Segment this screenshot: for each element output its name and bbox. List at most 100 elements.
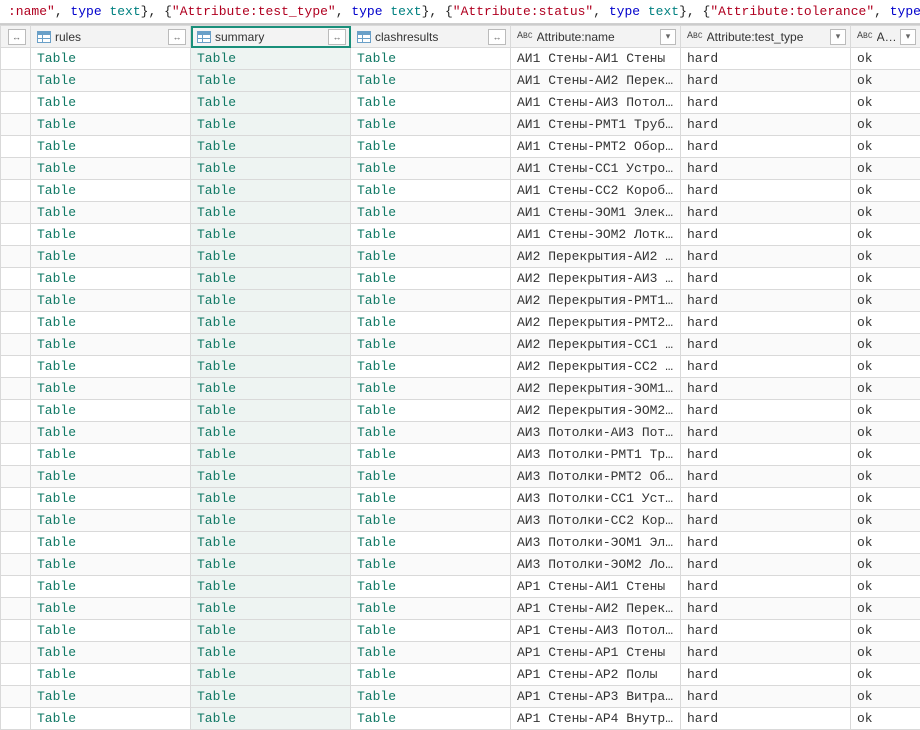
cell-attribute-test-type[interactable]: hard: [681, 532, 851, 554]
cell-summary[interactable]: Table: [191, 224, 351, 246]
cell-attrib[interactable]: ok: [851, 224, 920, 246]
cell-summary[interactable]: Table: [191, 620, 351, 642]
cell-attribute-name[interactable]: АИ3 Потолки-СС1 Устр…: [511, 488, 681, 510]
table-row[interactable]: TableTableTableАИ2 Перекрытия-СС1 У…hard…: [1, 334, 920, 356]
table-row[interactable]: TableTableTableАИ2 Перекрытия-ЭОМ2 …hard…: [1, 400, 920, 422]
cell-attribute-test-type[interactable]: hard: [681, 400, 851, 422]
cell-attribute-test-type[interactable]: hard: [681, 422, 851, 444]
cell-attribute-name[interactable]: АИ1 Стены-ЭОМ2 Лотки…: [511, 224, 681, 246]
cell-attrib[interactable]: ok: [851, 576, 920, 598]
cell-attribute-name[interactable]: АИ1 Стены-АИ1 Стены: [511, 48, 681, 70]
table-row[interactable]: TableTableTableАИ1 Стены-РМТ2 Обору…hard…: [1, 136, 920, 158]
table-row[interactable]: TableTableTableАИ3 Потолки-АИ3 Пото…hard…: [1, 422, 920, 444]
cell-summary[interactable]: Table: [191, 642, 351, 664]
row-gutter[interactable]: [1, 642, 31, 664]
cell-clashresults[interactable]: Table: [351, 158, 511, 180]
cell-clashresults[interactable]: Table: [351, 290, 511, 312]
row-gutter[interactable]: [1, 444, 31, 466]
table-row[interactable]: TableTableTableАИ1 Стены-АИ3 Потолкиhard…: [1, 92, 920, 114]
cell-rules[interactable]: Table: [31, 268, 191, 290]
cell-attrib[interactable]: ok: [851, 246, 920, 268]
cell-clashresults[interactable]: Table: [351, 246, 511, 268]
cell-clashresults[interactable]: Table: [351, 642, 511, 664]
cell-attribute-name[interactable]: АИ1 Стены-АИ3 Потолки: [511, 92, 681, 114]
cell-summary[interactable]: Table: [191, 422, 351, 444]
cell-attribute-test-type[interactable]: hard: [681, 158, 851, 180]
cell-clashresults[interactable]: Table: [351, 686, 511, 708]
cell-attribute-test-type[interactable]: hard: [681, 290, 851, 312]
cell-attribute-name[interactable]: АР1 Стены-АИ2 Перекр…: [511, 598, 681, 620]
table-row[interactable]: TableTableTableАР1 Стены-АР2 Полыhardok: [1, 664, 920, 686]
cell-attrib[interactable]: ok: [851, 598, 920, 620]
cell-rules[interactable]: Table: [31, 422, 191, 444]
cell-clashresults[interactable]: Table: [351, 312, 511, 334]
cell-rules[interactable]: Table: [31, 70, 191, 92]
table-row[interactable]: TableTableTableАИ2 Перекрытия-АИ3 П…hard…: [1, 268, 920, 290]
cell-rules[interactable]: Table: [31, 400, 191, 422]
cell-attribute-test-type[interactable]: hard: [681, 576, 851, 598]
table-row[interactable]: TableTableTableАИ1 Стены-АИ1 Стеныhardok: [1, 48, 920, 70]
cell-attribute-name[interactable]: АИ2 Перекрытия-АИ2 П…: [511, 246, 681, 268]
cell-rules[interactable]: Table: [31, 686, 191, 708]
cell-rules[interactable]: Table: [31, 136, 191, 158]
row-gutter[interactable]: [1, 136, 31, 158]
column-header-attr_test_type[interactable]: ABCAttribute:test_type▾: [681, 26, 851, 48]
data-grid[interactable]: ↔ rules↔summary↔clashresults↔ABCAttribut…: [0, 24, 920, 730]
cell-clashresults[interactable]: Table: [351, 356, 511, 378]
cell-rules[interactable]: Table: [31, 554, 191, 576]
cell-attrib[interactable]: ok: [851, 422, 920, 444]
cell-rules[interactable]: Table: [31, 312, 191, 334]
row-gutter[interactable]: [1, 598, 31, 620]
cell-attribute-name[interactable]: АИ1 Стены-РМТ2 Обору…: [511, 136, 681, 158]
cell-summary[interactable]: Table: [191, 334, 351, 356]
row-gutter[interactable]: [1, 202, 31, 224]
cell-rules[interactable]: Table: [31, 290, 191, 312]
row-gutter[interactable]: [1, 356, 31, 378]
cell-summary[interactable]: Table: [191, 202, 351, 224]
row-gutter[interactable]: [1, 290, 31, 312]
cell-clashresults[interactable]: Table: [351, 114, 511, 136]
cell-summary[interactable]: Table: [191, 576, 351, 598]
table-row[interactable]: TableTableTableАИ1 Стены-ЭОМ2 Лотки…hard…: [1, 224, 920, 246]
cell-attribute-name[interactable]: АИ1 Стены-СС1 Устрой…: [511, 158, 681, 180]
cell-rules[interactable]: Table: [31, 246, 191, 268]
cell-attrib[interactable]: ok: [851, 642, 920, 664]
cell-clashresults[interactable]: Table: [351, 444, 511, 466]
cell-attrib[interactable]: ok: [851, 48, 920, 70]
cell-attribute-test-type[interactable]: hard: [681, 488, 851, 510]
cell-attrib[interactable]: ok: [851, 444, 920, 466]
row-gutter[interactable]: [1, 422, 31, 444]
formula-bar[interactable]: :name", type text}, {"Attribute:test_typ…: [0, 0, 920, 24]
cell-summary[interactable]: Table: [191, 466, 351, 488]
cell-attrib[interactable]: ok: [851, 334, 920, 356]
row-gutter[interactable]: [1, 554, 31, 576]
column-header-attr_name[interactable]: ABCAttribute:name▾: [511, 26, 681, 48]
cell-attrib[interactable]: ok: [851, 92, 920, 114]
cell-summary[interactable]: Table: [191, 268, 351, 290]
table-row[interactable]: TableTableTableАИ3 Потолки-РМТ2 Обо…hard…: [1, 466, 920, 488]
cell-rules[interactable]: Table: [31, 510, 191, 532]
cell-summary[interactable]: Table: [191, 488, 351, 510]
cell-attribute-test-type[interactable]: hard: [681, 334, 851, 356]
row-gutter[interactable]: [1, 532, 31, 554]
row-gutter[interactable]: [1, 334, 31, 356]
cell-rules[interactable]: Table: [31, 114, 191, 136]
cell-clashresults[interactable]: Table: [351, 576, 511, 598]
expand-column-icon[interactable]: ↔: [168, 29, 186, 45]
cell-attrib[interactable]: ok: [851, 400, 920, 422]
cell-attribute-test-type[interactable]: hard: [681, 246, 851, 268]
cell-attribute-test-type[interactable]: hard: [681, 136, 851, 158]
table-row[interactable]: TableTableTableАР1 Стены-АР4 Внутре…hard…: [1, 708, 920, 730]
cell-attrib[interactable]: ok: [851, 290, 920, 312]
row-gutter[interactable]: [1, 312, 31, 334]
row-gutter[interactable]: [1, 224, 31, 246]
cell-rules[interactable]: Table: [31, 576, 191, 598]
row-gutter[interactable]: [1, 48, 31, 70]
cell-attribute-name[interactable]: АИ2 Перекрытия-РМТ2 …: [511, 312, 681, 334]
row-gutter[interactable]: [1, 246, 31, 268]
row-gutter[interactable]: [1, 400, 31, 422]
cell-attrib[interactable]: ok: [851, 554, 920, 576]
cell-attribute-name[interactable]: АИ3 Потолки-РМТ1 Тру…: [511, 444, 681, 466]
cell-attribute-test-type[interactable]: hard: [681, 444, 851, 466]
cell-attribute-name[interactable]: АИ2 Перекрытия-РМТ1 …: [511, 290, 681, 312]
